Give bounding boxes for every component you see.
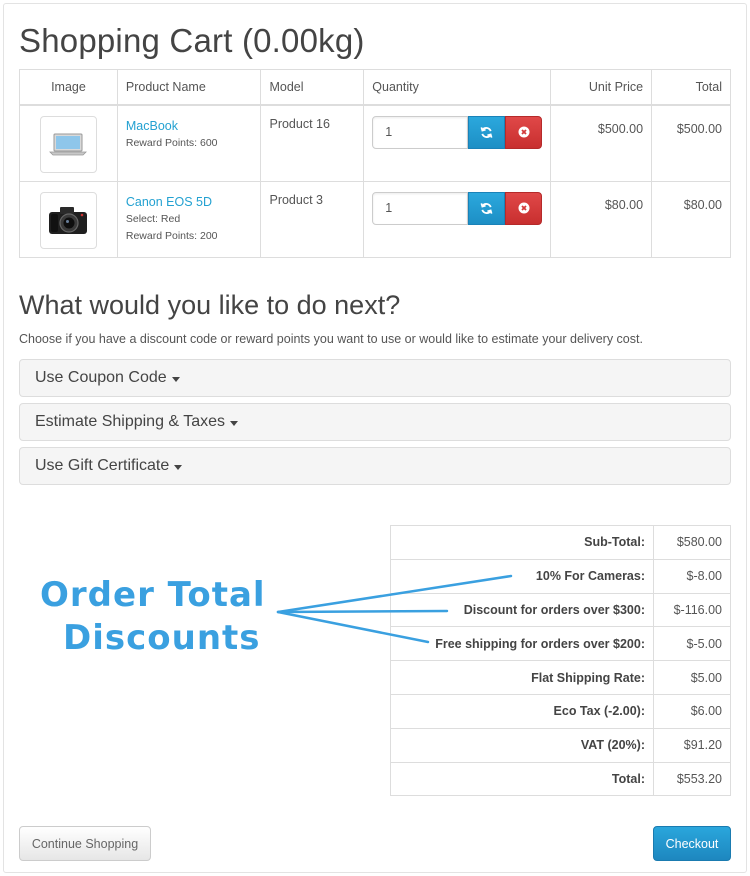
annotation-line xyxy=(276,610,430,644)
annotation-line xyxy=(276,574,513,614)
annotation-line xyxy=(276,609,449,614)
annotation-label: Discounts xyxy=(63,618,261,658)
annotation-label: Order Total xyxy=(40,575,266,615)
checkout-button[interactable]: Checkout xyxy=(653,826,731,861)
annotation-arrows xyxy=(276,574,513,644)
continue-shopping-button[interactable]: Continue Shopping xyxy=(19,826,151,861)
